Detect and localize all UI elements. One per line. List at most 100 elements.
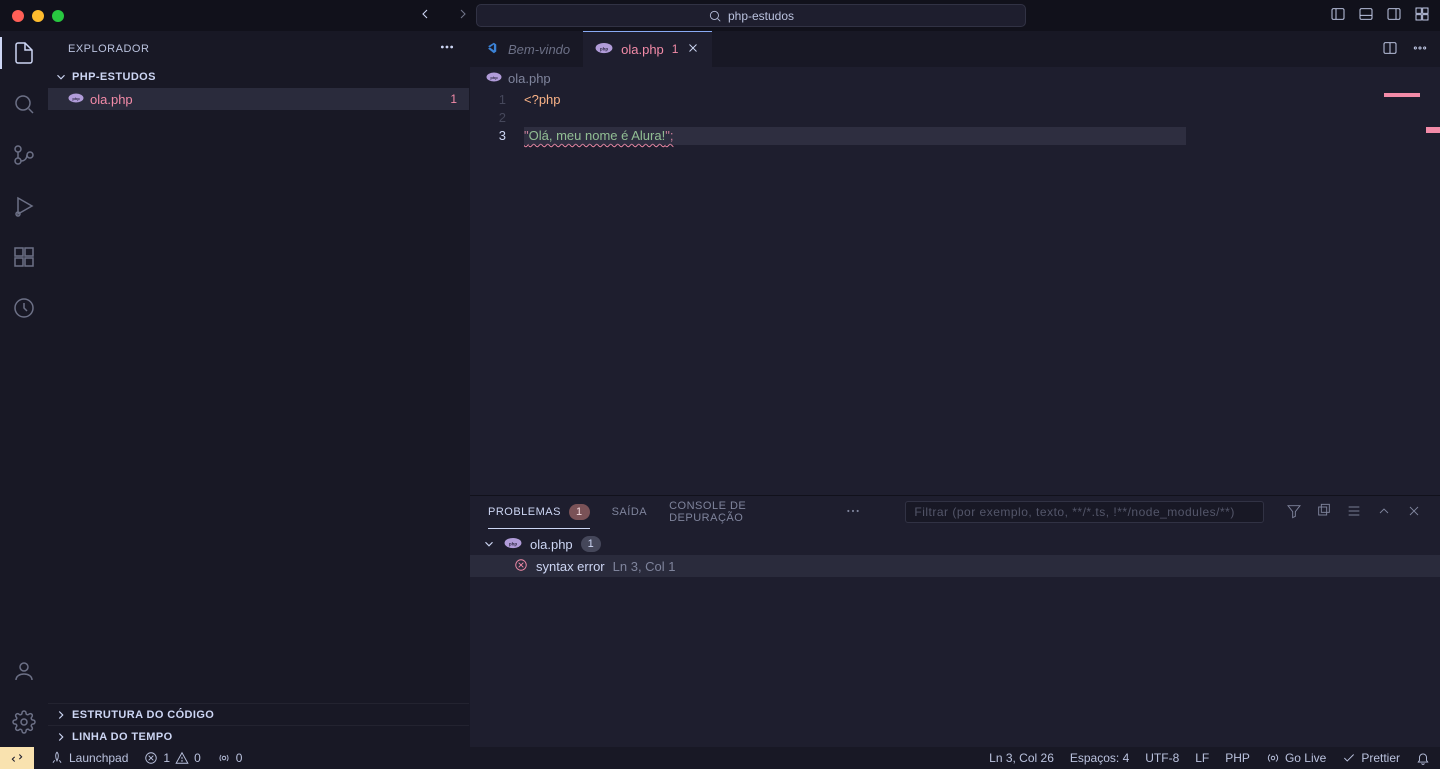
file-row[interactable]: php ola.php 1 [48, 88, 469, 110]
explorer-title: EXPLORADOR [68, 43, 149, 55]
nav-back-button[interactable] [417, 6, 433, 25]
panel-tab-problems-label: PROBLEMAS [488, 506, 561, 518]
bottom-panel: PROBLEMAS 1 SAÍDA CONSOLE DE DEPURAÇÃO F… [470, 495, 1440, 747]
problems-count: 1 [569, 504, 590, 520]
problem-location: Ln 3, Col 1 [613, 559, 676, 574]
window-close-button[interactable] [12, 10, 24, 22]
language-mode[interactable]: PHP [1225, 751, 1250, 765]
tab-active-label: ola.php [621, 42, 664, 57]
toggle-secondary-sidebar-icon[interactable] [1386, 6, 1402, 25]
run-debug-activity-icon[interactable] [12, 194, 36, 221]
split-editor-icon[interactable] [1382, 40, 1398, 59]
errors-warnings-button[interactable]: 1 0 [144, 751, 200, 765]
outline-section[interactable]: ESTRUTURA DO CÓDIGO [48, 703, 469, 725]
timeline-section[interactable]: LINHA DO TEMPO [48, 725, 469, 747]
layout-controls [1330, 6, 1430, 25]
remote-button[interactable] [0, 747, 34, 769]
folder-header[interactable]: PHP-ESTUDOS [48, 66, 469, 88]
tab-active-file[interactable]: php ola.php 1 [583, 31, 713, 67]
folder-name: PHP-ESTUDOS [72, 71, 156, 83]
accounts-icon[interactable] [12, 659, 36, 686]
php-file-icon: php [486, 71, 502, 86]
tab-error-badge: 1 [672, 42, 679, 56]
customize-layout-icon[interactable] [1414, 6, 1430, 25]
filter-placeholder: Filtrar (por exemplo, texto, **/*.ts, !*… [914, 505, 1234, 519]
maximize-panel-icon[interactable] [1376, 503, 1392, 522]
prettier-button[interactable]: Prettier [1342, 751, 1400, 765]
problem-file-row[interactable]: php ola.php 1 [470, 533, 1440, 555]
explorer-activity-icon[interactable] [12, 41, 36, 68]
command-center-text: php-estudos [728, 9, 794, 23]
panel-tab-debug-console[interactable]: CONSOLE DE DEPURAÇÃO [669, 500, 823, 524]
tab-welcome-label: Bem-vindo [508, 42, 570, 57]
launchpad-button[interactable]: Launchpad [50, 751, 128, 765]
panel-more-icon[interactable] [845, 503, 861, 522]
indentation[interactable]: Espaços: 4 [1070, 751, 1129, 765]
problem-item[interactable]: syntax error Ln 3, Col 1 [470, 555, 1440, 577]
line-number: 3 [470, 127, 524, 145]
current-line-highlight [524, 127, 1186, 145]
command-center-search[interactable]: php-estudos [476, 4, 1026, 27]
code-line-1: <?php [524, 91, 561, 109]
nav-forward-button[interactable] [455, 6, 471, 25]
problem-file-name: ola.php [530, 537, 573, 552]
editor-more-icon[interactable] [1412, 40, 1428, 59]
go-live-button[interactable]: Go Live [1266, 751, 1326, 765]
encoding[interactable]: UTF-8 [1145, 751, 1179, 765]
editor-group: Bem-vindo php ola.php 1 php ola.php 1<?p… [470, 31, 1440, 747]
ports-button[interactable]: 0 [217, 751, 243, 765]
activity-bar [0, 31, 48, 747]
title-bar: php-estudos [0, 0, 1440, 31]
extensions-activity-icon[interactable] [12, 245, 36, 272]
php-file-icon: php [68, 92, 84, 107]
file-error-count: 1 [450, 92, 457, 106]
breadcrumb-file: ola.php [508, 71, 551, 86]
minimap[interactable] [1316, 89, 1426, 495]
svg-text:php: php [490, 75, 498, 80]
svg-text:php: php [72, 96, 80, 101]
explorer-more-icon[interactable] [439, 39, 455, 58]
vscode-icon [482, 41, 500, 58]
toggle-primary-sidebar-icon[interactable] [1330, 6, 1346, 25]
svg-text:php: php [509, 541, 517, 546]
minimap-line [1384, 93, 1420, 97]
breadcrumb[interactable]: php ola.php [470, 67, 1440, 89]
line-number: 1 [470, 91, 524, 109]
problem-file-count: 1 [581, 536, 601, 552]
php-file-icon: php [504, 537, 522, 552]
panel-tab-output[interactable]: SAÍDA [612, 506, 648, 518]
file-name: ola.php [90, 92, 133, 107]
cursor-position[interactable]: Ln 3, Col 26 [989, 751, 1054, 765]
error-icon [514, 558, 528, 575]
problems-filter-input[interactable]: Filtrar (por exemplo, texto, **/*.ts, !*… [905, 501, 1264, 523]
line-number: 2 [470, 109, 524, 127]
toggle-panel-icon[interactable] [1358, 6, 1374, 25]
overview-error-marker [1426, 127, 1440, 133]
eol[interactable]: LF [1195, 751, 1209, 765]
collapse-all-icon[interactable] [1316, 503, 1332, 522]
notifications-icon[interactable] [1416, 751, 1430, 765]
view-as-list-icon[interactable] [1346, 503, 1362, 522]
source-control-activity-icon[interactable] [12, 143, 36, 170]
outline-label: ESTRUTURA DO CÓDIGO [72, 709, 214, 721]
window-maximize-button[interactable] [52, 10, 64, 22]
php-file-icon: php [595, 41, 613, 58]
tab-close-icon[interactable] [686, 41, 700, 58]
traffic-lights [0, 10, 64, 22]
search-activity-icon[interactable] [12, 92, 36, 119]
svg-text:php: php [600, 46, 608, 51]
overview-ruler[interactable] [1426, 89, 1440, 495]
filter-icon[interactable] [1286, 503, 1302, 522]
window-minimize-button[interactable] [32, 10, 44, 22]
remote-activity-icon[interactable] [12, 296, 36, 323]
tabs-bar: Bem-vindo php ola.php 1 [470, 31, 1440, 67]
timeline-label: LINHA DO TEMPO [72, 731, 173, 743]
code-area[interactable]: 1<?php 2 3"Olá, meu nome é Alura!"; [470, 89, 1440, 495]
tab-welcome[interactable]: Bem-vindo [470, 31, 583, 67]
problem-message: syntax error [536, 559, 605, 574]
panel-tab-problems[interactable]: PROBLEMAS 1 [488, 496, 590, 529]
close-panel-icon[interactable] [1406, 503, 1422, 522]
status-bar: Launchpad 1 0 0 Ln 3, Col 26 Espaços: 4 … [0, 747, 1440, 769]
explorer-sidebar: EXPLORADOR PHP-ESTUDOS php ola.php 1 EST… [48, 31, 470, 747]
settings-gear-icon[interactable] [12, 710, 36, 737]
